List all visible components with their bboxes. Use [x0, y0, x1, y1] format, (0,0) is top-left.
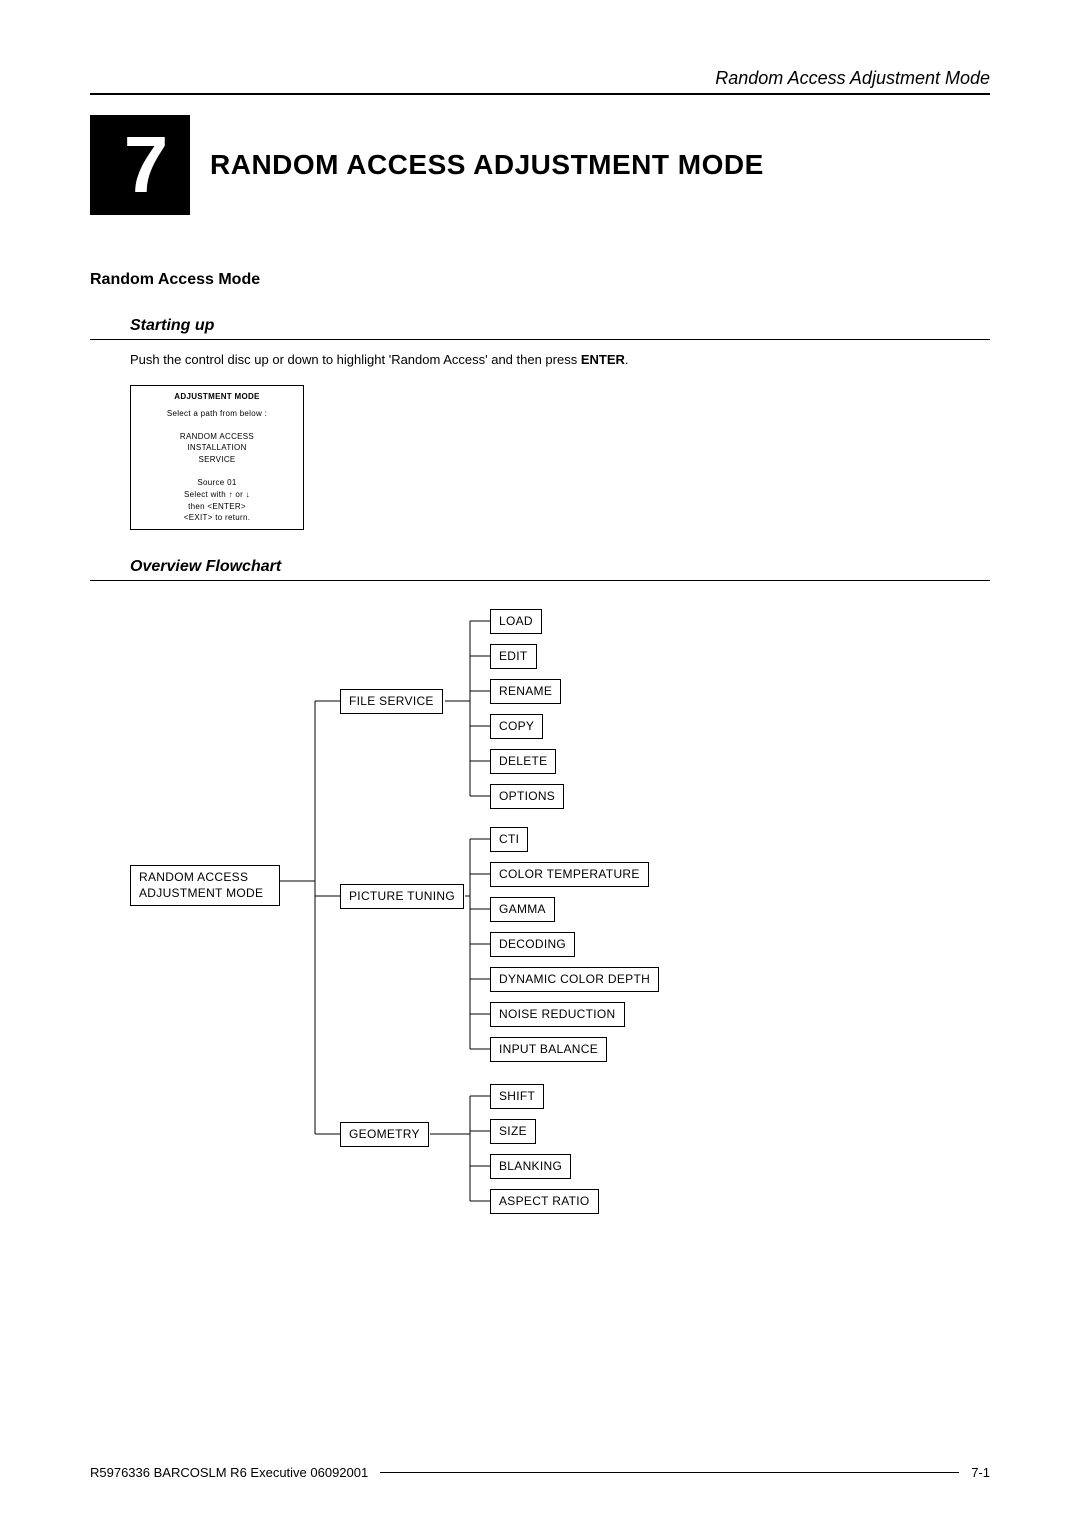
footer-right: 7-1 [971, 1465, 990, 1480]
fc-branch-picturetuning: PICTURE TUNING [340, 884, 464, 908]
menu-prompt: Select a path from below : [139, 409, 295, 420]
fc-leaf: CTI [490, 827, 528, 851]
fc-leaf: SHIFT [490, 1084, 544, 1108]
footer-left: R5976336 BARCOSLM R6 Executive 06092001 [90, 1465, 368, 1480]
instruction-text: Push the control disc up or down to high… [130, 352, 990, 367]
chapter-number: 7 [124, 125, 169, 205]
menu-then-enter: then <ENTER> [139, 502, 295, 513]
chapter-number-box: 7 [90, 115, 190, 215]
menu-item: RANDOM ACCESS [139, 432, 295, 443]
menu-exit: <EXIT> to return. [139, 513, 295, 524]
fc-leaf: GAMMA [490, 897, 555, 921]
fc-leaf: SIZE [490, 1119, 536, 1143]
subheading-starting-up: Starting up [130, 317, 990, 335]
fc-leaf: EDIT [490, 644, 537, 668]
fc-leaf: LOAD [490, 609, 542, 633]
menu-source: Source 01 [139, 478, 295, 489]
overview-flowchart: RANDOM ACCESS ADJUSTMENT MODE FILE SERVI… [130, 601, 990, 1261]
top-rule [90, 93, 990, 95]
sub-rule-2 [90, 580, 990, 581]
sub-rule-1 [90, 339, 990, 340]
fc-leaf: DECODING [490, 932, 575, 956]
fc-leaf: OPTIONS [490, 784, 564, 808]
fc-leaf: COPY [490, 714, 543, 738]
fc-leaf: BLANKING [490, 1154, 571, 1178]
fc-branch-geometry: GEOMETRY [340, 1122, 429, 1146]
chapter-head: 7 RANDOM ACCESS ADJUSTMENT MODE [90, 115, 990, 215]
menu-title: ADJUSTMENT MODE [139, 392, 295, 403]
fc-branch-fileservice: FILE SERVICE [340, 689, 443, 713]
fc-leaf: ASPECT RATIO [490, 1189, 599, 1213]
menu-item: SERVICE [139, 455, 295, 466]
section-heading: Random Access Mode [90, 271, 990, 289]
running-title: Random Access Adjustment Mode [90, 68, 990, 89]
fc-leaf: COLOR TEMPERATURE [490, 862, 649, 886]
fc-leaf: DYNAMIC COLOR DEPTH [490, 967, 659, 991]
footer-rule [380, 1472, 959, 1473]
fc-leaf: NOISE REDUCTION [490, 1002, 625, 1026]
menu-select-with: Select with ↑ or ↓ [139, 490, 295, 501]
fc-leaf: RENAME [490, 679, 561, 703]
subheading-overview: Overview Flowchart [130, 558, 990, 576]
page-footer: R5976336 BARCOSLM R6 Executive 06092001 … [90, 1465, 990, 1480]
fc-leaf: INPUT BALANCE [490, 1037, 607, 1061]
fc-leaf: DELETE [490, 749, 556, 773]
adjustment-mode-menu: ADJUSTMENT MODE Select a path from below… [130, 385, 304, 530]
chapter-title: RANDOM ACCESS ADJUSTMENT MODE [210, 149, 764, 181]
menu-item: INSTALLATION [139, 443, 295, 454]
fc-root: RANDOM ACCESS ADJUSTMENT MODE [130, 865, 280, 906]
